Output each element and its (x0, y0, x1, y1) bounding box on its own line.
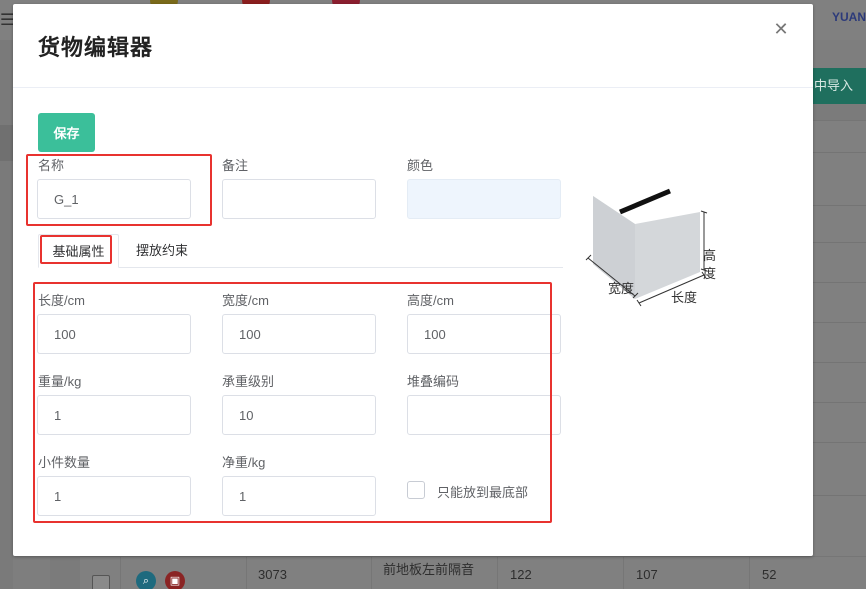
table-row-divider (813, 205, 866, 206)
close-icon[interactable]: ✕ (773, 20, 789, 38)
row-col1: 122 (510, 567, 532, 582)
header-divider (13, 87, 813, 88)
height-input[interactable] (407, 314, 561, 354)
height-label: 高度/cm (407, 293, 454, 308)
table-column-divider (246, 556, 247, 589)
diagram-width-label: 宽度 (608, 281, 635, 296)
table-column-divider (497, 556, 498, 589)
color-label: 颜色 (407, 158, 434, 173)
diagram-height-label: 高 (703, 248, 717, 263)
bottom-only-checkbox[interactable] (407, 481, 425, 499)
cargo-editor-dialog: 货物编辑器 ✕ 保存 名称 备注 颜色 基础属性 摆放约束 长度/cm 宽度/c… (13, 4, 813, 556)
width-label: 宽度/cm (222, 293, 269, 308)
net-weight-label: 净重/kg (222, 455, 266, 470)
table-row-divider (813, 152, 866, 153)
row-col2: 107 (636, 567, 658, 582)
delete-icon[interactable]: ▣ (165, 571, 185, 589)
diagram-length-label: 长度 (671, 290, 698, 305)
table-column-divider (371, 556, 372, 589)
load-level-label: 承重级别 (222, 374, 275, 389)
attribute-tabs: 基础属性 摆放约束 (38, 234, 563, 269)
import-button[interactable]: 中导入 (812, 68, 866, 104)
length-label: 长度/cm (38, 293, 85, 308)
row-col3: 52 (762, 567, 777, 582)
tab-basic-attributes[interactable]: 基础属性 (38, 234, 119, 268)
piece-count-input[interactable] (37, 476, 191, 516)
bottom-only-label[interactable]: 只能放到最底部 (437, 482, 528, 501)
box-top-bar (619, 188, 671, 215)
table-row-divider (813, 442, 866, 443)
row-name: 前地板左前隔音 (383, 562, 475, 577)
sidebar-item-active[interactable] (0, 125, 13, 161)
length-input[interactable] (37, 314, 191, 354)
name-input[interactable] (37, 179, 191, 219)
name-label: 名称 (38, 158, 65, 173)
table-row-divider (813, 322, 866, 323)
row-checkbox[interactable] (92, 575, 110, 589)
table-row-divider (813, 495, 866, 496)
table-row-divider (813, 282, 866, 283)
net-weight-input[interactable] (222, 476, 376, 516)
stack-code-label: 堆叠编码 (407, 374, 460, 389)
sidebar (0, 40, 13, 589)
width-input[interactable] (222, 314, 376, 354)
table-column-divider (749, 556, 750, 589)
table-column-divider (120, 556, 121, 589)
diagram-height-label: 度 (703, 266, 717, 281)
table-row-divider (813, 362, 866, 363)
dialog-title: 货物编辑器 (38, 35, 154, 60)
table-column-divider (623, 556, 624, 589)
color-picker-input[interactable] (407, 179, 561, 219)
weight-input[interactable] (37, 395, 191, 435)
tab-placement-constraints[interactable]: 摆放约束 (136, 234, 188, 268)
save-button[interactable]: 保存 (38, 113, 95, 152)
table-row-divider (813, 402, 866, 403)
stack-code-input[interactable] (407, 395, 561, 435)
search-icon[interactable]: ⌕ (136, 571, 156, 589)
user-name[interactable]: YUAN (832, 10, 866, 24)
table-row-divider (813, 242, 866, 243)
row-id: 3073 (258, 567, 287, 582)
weight-label: 重量/kg (38, 374, 82, 389)
piece-count-label: 小件数量 (38, 455, 91, 470)
remark-input[interactable] (222, 179, 376, 219)
remark-label: 备注 (222, 158, 249, 173)
load-level-input[interactable] (222, 395, 376, 435)
